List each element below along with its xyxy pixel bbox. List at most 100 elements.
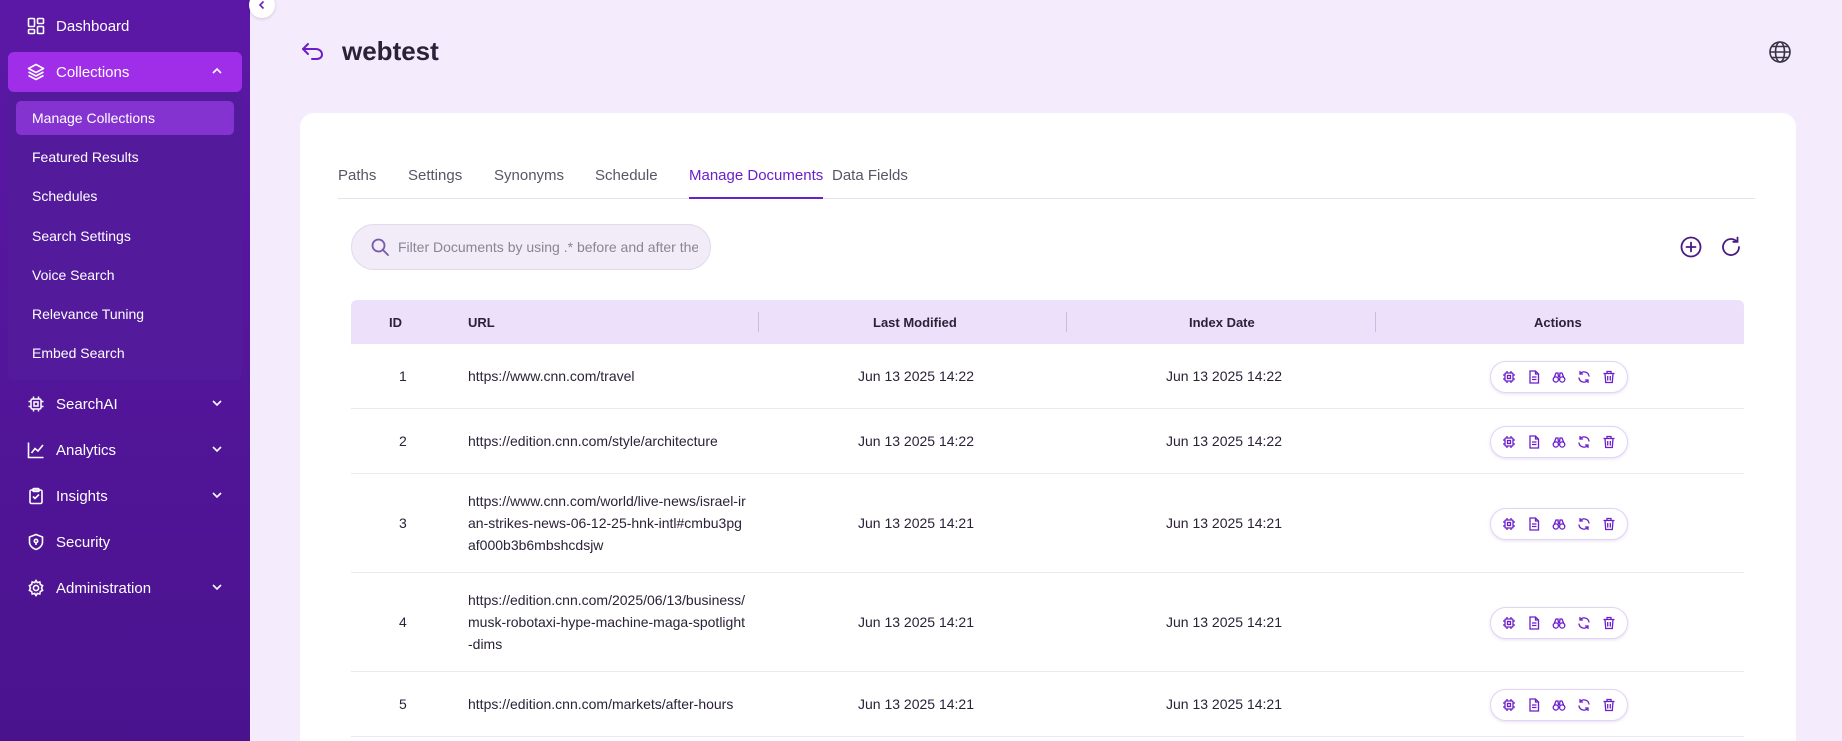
row-url: https://www.cnn.com/travel — [468, 368, 635, 384]
trash-icon[interactable] — [1601, 516, 1617, 532]
row-actions — [1490, 508, 1628, 540]
add-document-button[interactable] — [1679, 235, 1703, 259]
chip-icon[interactable] — [1501, 369, 1517, 385]
layers-icon — [26, 62, 46, 82]
row-id: 3 — [399, 515, 407, 531]
sidebar-collapse-button[interactable] — [249, 0, 275, 18]
tab-manage-documents[interactable]: Manage Documents — [689, 163, 824, 199]
trash-icon[interactable] — [1601, 369, 1617, 385]
row-last-modified: Jun 13 2025 14:21 — [858, 696, 974, 712]
row-last-modified: Jun 13 2025 14:21 — [858, 614, 974, 630]
column-divider — [1066, 312, 1067, 332]
nav-dashboard-label: Dashboard — [56, 17, 130, 35]
nav-searchai-label: SearchAI — [56, 395, 118, 413]
table-row: 2 https://edition.cnn.com/style/architec… — [351, 409, 1744, 474]
tab-bar: Paths Settings Synonyms Schedule Manage … — [338, 163, 1755, 199]
trash-icon[interactable] — [1601, 434, 1617, 450]
row-last-modified: Jun 13 2025 14:21 — [858, 515, 974, 531]
nav-security[interactable]: Security — [8, 522, 242, 562]
chip-icon[interactable] — [1501, 434, 1517, 450]
sidebar: Dashboard Manage Collections Featured Re… — [0, 0, 250, 741]
back-button[interactable] — [300, 40, 326, 62]
binoculars-icon[interactable] — [1551, 369, 1567, 385]
table-row: 5 https://edition.cnn.com/markets/after-… — [351, 672, 1744, 737]
tab-paths[interactable]: Paths — [338, 163, 376, 199]
gear-icon — [26, 578, 46, 598]
refresh-icon[interactable] — [1576, 434, 1592, 450]
nav-analytics[interactable]: Analytics — [8, 430, 242, 470]
refresh-icon[interactable] — [1576, 615, 1592, 631]
nav-insights-label: Insights — [56, 487, 108, 505]
refresh-icon[interactable] — [1576, 697, 1592, 713]
row-last-modified: Jun 13 2025 14:22 — [858, 433, 974, 449]
clipboard-icon — [26, 486, 46, 506]
dashboard-icon — [26, 16, 46, 36]
nav-insights[interactable]: Insights — [8, 476, 242, 516]
refresh-button[interactable] — [1719, 235, 1743, 259]
chevron-down-icon — [212, 492, 222, 499]
tab-data-fields[interactable]: Data Fields — [832, 163, 908, 199]
trash-icon[interactable] — [1601, 697, 1617, 713]
globe-icon — [1769, 41, 1791, 63]
row-id: 1 — [399, 368, 407, 384]
chevron-down-icon — [212, 446, 222, 453]
binoculars-icon[interactable] — [1551, 516, 1567, 532]
row-url: https://edition.cnn.com/style/architectu… — [468, 433, 718, 449]
col-header-actions: Actions — [1534, 315, 1582, 330]
row-index-date: Jun 13 2025 14:22 — [1166, 433, 1282, 449]
language-button[interactable] — [1768, 40, 1792, 64]
nav-collections-label: Collections — [56, 63, 130, 81]
document-icon[interactable] — [1526, 516, 1542, 532]
nav-dashboard[interactable]: Dashboard — [8, 6, 242, 46]
binoculars-icon[interactable] — [1551, 697, 1567, 713]
document-icon[interactable] — [1526, 697, 1542, 713]
table-row: 4 https://edition.cnn.com/2025/06/13/bus… — [351, 573, 1744, 672]
sub-item-featured-results[interactable]: Featured Results — [16, 140, 234, 174]
document-filter-input[interactable] — [398, 239, 698, 255]
sub-item-manage-collections[interactable]: Manage Collections — [16, 101, 234, 135]
tab-synonyms[interactable]: Synonyms — [494, 163, 564, 199]
analytics-icon — [26, 440, 46, 460]
binoculars-icon[interactable] — [1551, 615, 1567, 631]
document-icon[interactable] — [1526, 615, 1542, 631]
content-card: Paths Settings Synonyms Schedule Manage … — [300, 113, 1796, 741]
sub-item-search-settings[interactable]: Search Settings — [16, 219, 234, 253]
row-index-date: Jun 13 2025 14:21 — [1166, 696, 1282, 712]
app: Dashboard Manage Collections Featured Re… — [0, 0, 1842, 741]
nav-analytics-label: Analytics — [56, 441, 117, 459]
chevron-down-icon — [212, 400, 222, 407]
sub-item-embed-search[interactable]: Embed Search — [16, 336, 234, 370]
trash-icon[interactable] — [1601, 615, 1617, 631]
chip-icon[interactable] — [1501, 697, 1517, 713]
nav-collections[interactable]: Collections — [8, 52, 242, 92]
table-row: 3 https://www.cnn.com/world/live-news/is… — [351, 474, 1744, 573]
column-divider — [758, 312, 759, 332]
row-url: https://edition.cnn.com/2025/06/13/busin… — [468, 592, 746, 652]
nav-administration[interactable]: Administration — [8, 568, 242, 608]
tab-settings[interactable]: Settings — [408, 163, 462, 199]
refresh-icon[interactable] — [1576, 369, 1592, 385]
collections-submenu: Manage Collections Featured Results Sche… — [8, 92, 242, 380]
col-header-id[interactable]: ID — [389, 315, 402, 330]
chip-icon — [26, 394, 46, 414]
col-header-index-date[interactable]: Index Date — [1189, 315, 1255, 330]
refresh-icon[interactable] — [1576, 516, 1592, 532]
chip-icon[interactable] — [1501, 615, 1517, 631]
col-header-url[interactable]: URL — [468, 315, 495, 330]
chevron-up-icon — [212, 67, 222, 74]
table-row: 1 https://www.cnn.com/travel Jun 13 2025… — [351, 344, 1744, 409]
nav-security-label: Security — [56, 533, 111, 551]
row-actions — [1490, 426, 1628, 458]
tab-schedule[interactable]: Schedule — [595, 163, 658, 199]
chip-icon[interactable] — [1501, 516, 1517, 532]
search-icon — [371, 238, 389, 256]
col-header-last-modified[interactable]: Last Modified — [873, 315, 957, 330]
sub-item-relevance-tuning[interactable]: Relevance Tuning — [16, 297, 234, 331]
binoculars-icon[interactable] — [1551, 434, 1567, 450]
sub-item-schedules[interactable]: Schedules — [16, 179, 234, 213]
document-icon[interactable] — [1526, 369, 1542, 385]
nav-searchai[interactable]: SearchAI — [8, 384, 242, 424]
sub-item-voice-search[interactable]: Voice Search — [16, 258, 234, 292]
row-actions — [1490, 607, 1628, 639]
document-icon[interactable] — [1526, 434, 1542, 450]
